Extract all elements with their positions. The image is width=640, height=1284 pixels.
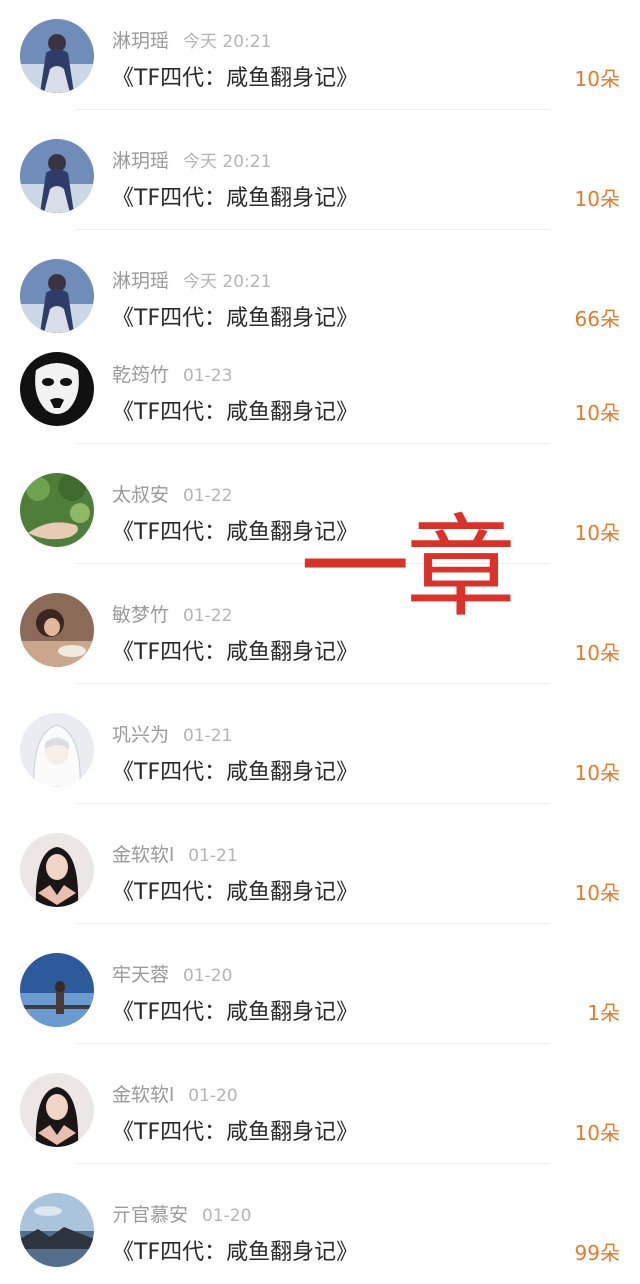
- list-item[interactable]: 牢天蓉 01-20 《TF四代：咸鱼翻身记》 1朵: [0, 934, 640, 1044]
- user-name: 乾筠竹 01-23: [112, 364, 233, 386]
- flower-amount: 10朵: [574, 401, 620, 425]
- flower-amount: 10朵: [574, 1121, 620, 1145]
- timestamp: 今天 20:21: [183, 272, 272, 292]
- book-title: 《TF四代：咸鱼翻身记》: [112, 1240, 359, 1265]
- girl-eating-avatar-icon: [20, 593, 94, 667]
- girl-blue-dress-avatar-icon: [20, 259, 94, 333]
- list-item[interactable]: 淋玥瑶 今天 20:21 《TF四代：咸鱼翻身记》 66朵: [0, 240, 640, 336]
- user-name: 敏梦竹 01-22: [112, 604, 233, 626]
- avatar[interactable]: [20, 19, 94, 93]
- user-name: 太叔安 01-22: [112, 484, 233, 506]
- book-title: 《TF四代：咸鱼翻身记》: [112, 880, 359, 905]
- list-item[interactable]: 巩兴为 01-21 《TF四代：咸鱼翻身记》 10朵: [0, 694, 640, 804]
- divider: [76, 683, 550, 684]
- list-item[interactable]: 金软软l 01-20 《TF四代：咸鱼翻身记》 10朵: [0, 1054, 640, 1164]
- list-item[interactable]: 淋玥瑶 今天 20:21 《TF四代：咸鱼翻身记》 10朵: [0, 0, 640, 110]
- avatar[interactable]: [20, 352, 94, 426]
- avatar[interactable]: [20, 953, 94, 1027]
- sea-rocks-avatar-icon: [20, 1193, 94, 1267]
- book-title: 《TF四代：咸鱼翻身记》: [112, 1000, 359, 1025]
- book-title: 《TF四代：咸鱼翻身记》: [112, 306, 359, 331]
- timestamp: 01-22: [183, 606, 233, 626]
- timestamp: 今天 20:21: [183, 32, 272, 52]
- divider: [76, 109, 550, 110]
- green-leaves-hand-avatar-icon: [20, 473, 94, 547]
- list-item[interactable]: 亓官慕安 01-20 《TF四代：咸鱼翻身记》 99朵: [0, 1174, 640, 1284]
- white-mask-avatar-icon: [20, 352, 94, 426]
- user-name: 牢天蓉 01-20: [112, 964, 233, 986]
- timestamp: 今天 20:21: [183, 152, 272, 172]
- timestamp: 01-23: [183, 366, 233, 386]
- flower-amount: 10朵: [574, 641, 620, 665]
- flower-amount: 99朵: [574, 1241, 620, 1265]
- timestamp: 01-20: [188, 1086, 238, 1106]
- flower-amount: 10朵: [574, 761, 620, 785]
- user-name: 亓官慕安 01-20: [112, 1204, 252, 1226]
- divider: [76, 923, 550, 924]
- flower-amount: 10朵: [574, 521, 620, 545]
- user-name: 淋玥瑶 今天 20:21: [112, 150, 272, 172]
- user-name: 淋玥瑶 今天 20:21: [112, 270, 272, 292]
- user-name: 巩兴为 01-21: [112, 724, 233, 746]
- divider: [76, 1163, 550, 1164]
- divider: [76, 1043, 550, 1044]
- anime-sky-avatar-icon: [20, 953, 94, 1027]
- book-title: 《TF四代：咸鱼翻身记》: [112, 186, 359, 211]
- white-hood-anime-avatar-icon: [20, 713, 94, 787]
- timestamp: 01-21: [183, 726, 233, 746]
- avatar[interactable]: [20, 473, 94, 547]
- avatar[interactable]: [20, 713, 94, 787]
- list-item[interactable]: 乾筠竹 01-23 《TF四代：咸鱼翻身记》 10朵: [0, 334, 640, 444]
- flower-amount: 10朵: [574, 67, 620, 91]
- avatar[interactable]: [20, 1193, 94, 1267]
- overlay-annotation-text: 一章: [300, 504, 516, 632]
- avatar[interactable]: [20, 259, 94, 333]
- girl-blue-dress-avatar-icon: [20, 139, 94, 213]
- girl-heart-hands-avatar-icon: [20, 1073, 94, 1147]
- book-title: 《TF四代：咸鱼翻身记》: [112, 400, 359, 425]
- flower-amount: 66朵: [574, 307, 620, 331]
- user-name: 金软软l 01-21: [112, 844, 238, 866]
- girl-blue-dress-avatar-icon: [20, 19, 94, 93]
- divider: [76, 229, 550, 230]
- divider: [76, 803, 550, 804]
- timestamp: 01-20: [202, 1206, 252, 1226]
- avatar[interactable]: [20, 833, 94, 907]
- list-item[interactable]: 淋玥瑶 今天 20:21 《TF四代：咸鱼翻身记》 10朵: [0, 120, 640, 230]
- flower-amount: 10朵: [574, 187, 620, 211]
- avatar[interactable]: [20, 1073, 94, 1147]
- timestamp: 01-20: [183, 966, 233, 986]
- user-name: 金软软l 01-20: [112, 1084, 238, 1106]
- avatar[interactable]: [20, 139, 94, 213]
- book-title: 《TF四代：咸鱼翻身记》: [112, 1120, 359, 1145]
- timestamp: 01-22: [183, 486, 233, 506]
- avatar[interactable]: [20, 593, 94, 667]
- divider: [76, 443, 550, 444]
- girl-heart-hands-avatar-icon: [20, 833, 94, 907]
- user-name: 淋玥瑶 今天 20:21: [112, 30, 272, 52]
- list-item[interactable]: 金软软l 01-21 《TF四代：咸鱼翻身记》 10朵: [0, 814, 640, 924]
- timestamp: 01-21: [188, 846, 238, 866]
- book-title: 《TF四代：咸鱼翻身记》: [112, 760, 359, 785]
- flower-amount: 1朵: [587, 1001, 620, 1025]
- book-title: 《TF四代：咸鱼翻身记》: [112, 640, 359, 665]
- book-title: 《TF四代：咸鱼翻身记》: [112, 66, 359, 91]
- flower-amount: 10朵: [574, 881, 620, 905]
